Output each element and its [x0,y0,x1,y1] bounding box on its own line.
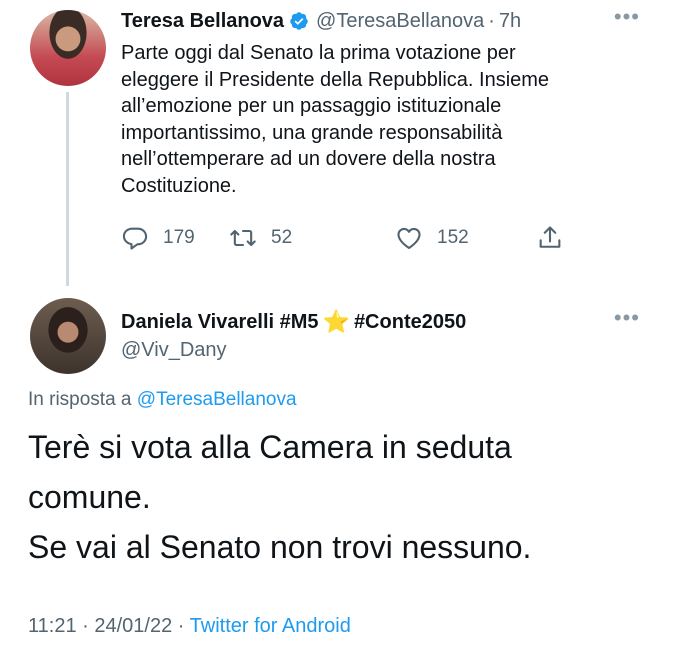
author-handle[interactable]: @Viv_Dany [121,339,227,362]
verified-badge-icon [289,11,309,31]
more-options-icon[interactable]: ••• [614,307,640,329]
replying-to-mention[interactable]: @TeresaBellanova [137,389,297,410]
retweet-count: 52 [271,227,293,248]
tweet-text-line: Se vai al Senato non trovi nessuno. [28,529,532,565]
tweet-text-line: Terè si vota alla Camera in seduta [28,429,512,465]
tweet-date[interactable]: 24/01/22 [94,615,172,637]
author-name-part: #Conte2050 [353,310,467,333]
tweet-text-line: nell’ottemperare ad un dovere della nost… [121,148,496,170]
tweet-header: Teresa Bellanova @TeresaBellanova · 7h [121,8,521,34]
tweet-time[interactable]: 11:21 [28,615,77,637]
avatar[interactable] [30,298,106,374]
reply-author-name[interactable]: Daniela Vivarelli #M5 ⭐ #Conte2050 [121,309,466,335]
tweet-text-line: importantissimo, una grande responsabili… [121,121,503,144]
tweet-text-line: Parte oggi dal Senato la prima votazione… [121,42,516,64]
replying-to: In risposta a @TeresaBellanova [28,389,297,411]
tweet-time[interactable]: 7h [499,10,521,33]
like-button[interactable]: 152 [395,224,469,252]
tweet-actions: 179 52 152 [121,224,571,256]
star-emoji-icon: ⭐ [322,309,350,334]
share-icon [539,226,561,248]
more-options-icon[interactable]: ••• [614,6,640,28]
like-count: 152 [437,227,469,248]
retweet-button[interactable]: 52 [229,224,292,252]
parent-tweet[interactable]: Teresa Bellanova @TeresaBellanova · 7h •… [0,0,680,290]
tweet-text-line: comune. [28,479,151,515]
heart-icon [397,227,421,249]
separator-dot: · [177,615,185,637]
author-handle[interactable]: @TeresaBellanova [316,10,484,33]
share-button[interactable] [536,224,564,252]
reply-count: 179 [163,227,195,248]
tweet-text: Parte oggi dal Senato la prima votazione… [121,40,641,199]
reply-button[interactable]: 179 [121,224,195,252]
author-name[interactable]: Teresa Bellanova [121,10,284,33]
tweet-text-line: eleggere il Presidente della Repubblica.… [121,68,550,91]
tweet-text-line: all’emozione per un passaggio istituzion… [121,95,502,117]
avatar[interactable] [30,10,106,86]
separator-dot: · [82,615,89,637]
tweet-text-line: Costituzione. [121,174,237,197]
thread-connector-line [66,92,69,286]
retweet-icon [230,229,256,247]
tweet-meta: 11:21 · 24/01/22 · Twitter for Android [28,615,351,638]
separator-dot: · [488,9,495,32]
tweet-text: Terè si vota alla Camera in seduta comun… [28,422,668,572]
reply-icon [122,227,148,250]
replying-to-label: In risposta a [28,389,132,410]
tweet-source-link[interactable]: Twitter for Android [190,615,351,637]
author-name-part: Daniela Vivarelli #M5 [121,310,319,333]
